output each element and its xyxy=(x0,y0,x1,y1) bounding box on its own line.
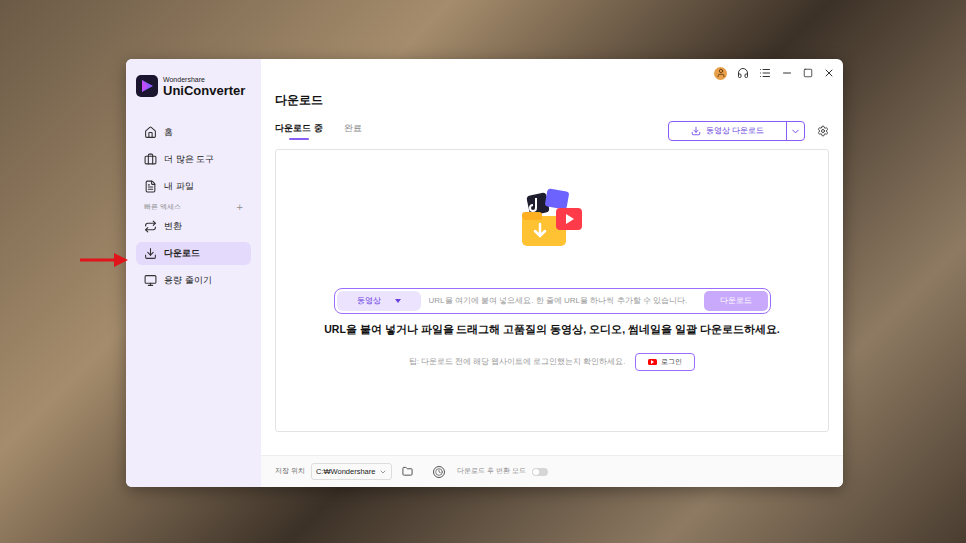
media-type-value: 동영상 xyxy=(357,295,381,307)
close-icon[interactable] xyxy=(823,67,835,79)
sidebar-quick-list: 변환다운로드용량 줄이기 xyxy=(136,215,251,292)
user-icon xyxy=(716,68,726,78)
sidebar-item[interactable]: 내 파일 xyxy=(136,175,251,198)
sidebar-item-label: 용량 줄이기 xyxy=(164,274,212,288)
maximize-icon[interactable] xyxy=(803,68,813,78)
toolbox-icon xyxy=(144,153,157,166)
sidebar-item[interactable]: 홈 xyxy=(136,121,251,144)
convert-mode-toggle[interactable] xyxy=(532,468,548,476)
brand-name: UniConverter xyxy=(163,84,245,97)
sidebar-item[interactable]: 더 많은 도구 xyxy=(136,148,251,171)
clock-icon xyxy=(435,468,443,476)
add-quick-access-button[interactable]: + xyxy=(237,202,243,213)
sidebar-item-label: 변환 xyxy=(164,220,182,234)
sidebar-section: 빠른 액세스 + xyxy=(136,202,251,213)
tip-text: 팁: 다운로드 전에 해당 웹사이트에 로그인했는지 확인하세요. xyxy=(409,356,626,367)
video-download-button[interactable]: 동영상 다운로드 xyxy=(668,121,805,141)
download-icon xyxy=(144,247,157,260)
file-icon xyxy=(144,180,157,193)
home-icon xyxy=(144,126,157,139)
login-button[interactable]: 로그인 xyxy=(635,353,695,372)
annotation-arrow-icon xyxy=(78,251,130,269)
uniconverter-logo-icon xyxy=(136,75,158,97)
download-illustration-icon xyxy=(516,186,588,256)
download-icon xyxy=(691,126,701,136)
instruction-heading: URL을 붙여 넣거나 파일을 드래그해 고품질의 동영상, 오디오, 썸네일을… xyxy=(324,322,780,338)
chevron-down-icon xyxy=(790,126,801,137)
drop-zone[interactable]: 동영상 URL을 여기에 붙여 넣으세요. 한 줄에 URL을 하나씩 추가할 수… xyxy=(275,149,829,432)
convert-icon xyxy=(144,220,157,233)
url-input[interactable]: URL을 여기에 붙여 넣으세요. 한 줄에 URL을 하나씩 추가할 수 있습… xyxy=(429,295,696,307)
sidebar-item[interactable]: 다운로드 xyxy=(136,242,251,265)
youtube-icon xyxy=(648,359,657,365)
compress-icon xyxy=(144,274,157,287)
support-icon[interactable] xyxy=(737,67,749,79)
minimize-icon[interactable] xyxy=(781,67,793,79)
desktop: WondershareUniConverter 홈더 많은 도구내 파일빠른 액세… xyxy=(0,0,966,543)
app-window: WondershareUniConverter 홈더 많은 도구내 파일빠른 액세… xyxy=(126,59,843,487)
section-label: 빠른 액세스 xyxy=(144,202,181,213)
url-download-button[interactable]: 다운로드 xyxy=(704,291,768,311)
folder-icon[interactable] xyxy=(402,466,413,477)
tab[interactable]: 다운로드 중 xyxy=(275,122,323,140)
app-logo: WondershareUniConverter xyxy=(136,75,251,97)
sidebar-item-label: 홈 xyxy=(164,126,173,140)
chevron-down-icon xyxy=(379,468,387,476)
schedule-button[interactable] xyxy=(433,466,445,478)
menu-icon[interactable] xyxy=(759,67,771,79)
download-dropdown-button[interactable] xyxy=(786,122,804,140)
account-button[interactable] xyxy=(714,67,727,80)
sidebar-item[interactable]: 용량 줄이기 xyxy=(136,269,251,292)
save-location-label: 저장 위치 xyxy=(275,466,305,477)
brand-top: Wondershare xyxy=(163,76,245,83)
video-download-label: 동영상 다운로드 xyxy=(706,125,764,137)
page-title: 다운로드 xyxy=(275,91,829,109)
convert-mode-label: 다운로드 후 변환 모드 xyxy=(457,466,526,477)
tab-row: 다운로드 중 완료 동영상 다운로드 xyxy=(275,121,829,141)
sidebar-item[interactable]: 변환 xyxy=(136,215,251,238)
media-type-select[interactable]: 동영상 xyxy=(337,291,421,311)
tabs: 다운로드 중 완료 xyxy=(275,122,363,140)
sidebar-item-label: 내 파일 xyxy=(164,180,194,194)
save-location-select[interactable]: C:₩Wondershare xyxy=(311,463,392,480)
tab[interactable]: 완료 xyxy=(343,122,363,140)
footer-bar: 저장 위치 C:₩Wondershare 다운로드 후 변환 모드 xyxy=(261,455,843,487)
sidebar-main-list: 홈더 많은 도구내 파일 xyxy=(136,121,251,198)
title-bar xyxy=(261,59,843,87)
tip-row: 팁: 다운로드 전에 해당 웹사이트에 로그인했는지 확인하세요. 로그인 xyxy=(409,353,696,372)
url-bar: 동영상 URL을 여기에 붙여 넣으세요. 한 줄에 URL을 하나씩 추가할 수… xyxy=(334,288,771,314)
gear-icon[interactable] xyxy=(817,125,829,137)
sidebar: WondershareUniConverter 홈더 많은 도구내 파일빠른 액세… xyxy=(126,59,261,487)
sidebar-item-label: 다운로드 xyxy=(164,247,200,261)
main-panel: 다운로드다운로드 중완료동영상 다운로드동영상URL을 여기에 붙여 넣으세요.… xyxy=(261,59,843,487)
sidebar-item-label: 더 많은 도구 xyxy=(164,153,214,167)
